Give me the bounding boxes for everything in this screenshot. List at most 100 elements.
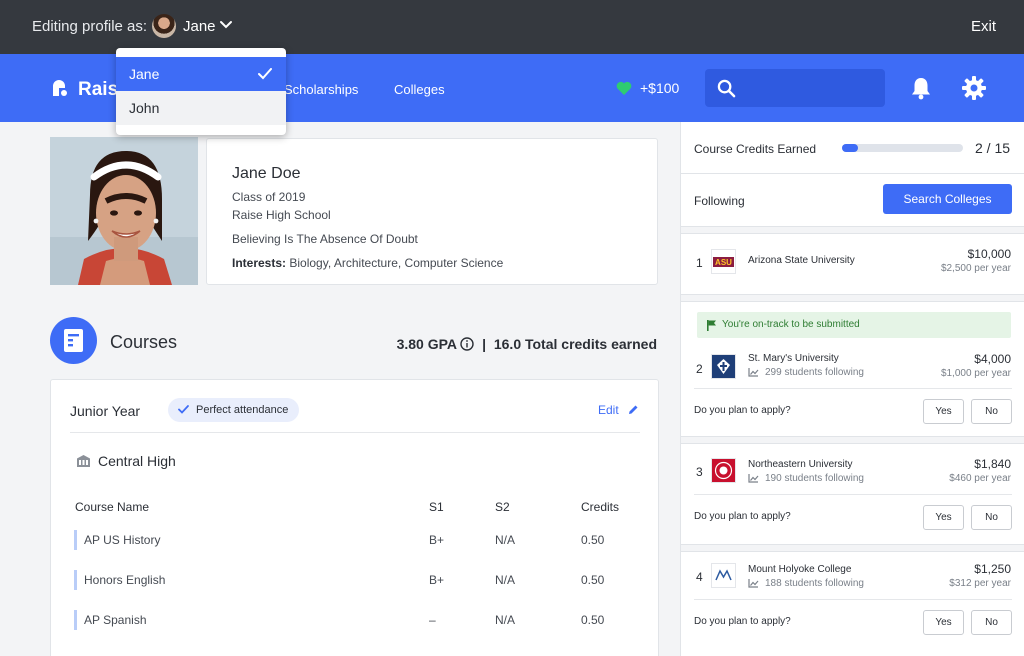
yes-button[interactable]: Yes: [923, 610, 964, 635]
course-credits: 0.50: [581, 573, 605, 587]
credits-progress-bar: [842, 144, 963, 152]
divider: [694, 388, 1012, 389]
profile-name: Jane Doe: [232, 165, 301, 182]
course-s1: B+: [429, 573, 445, 587]
search-icon[interactable]: [717, 79, 736, 98]
chevron-down-icon[interactable]: [218, 16, 234, 32]
yes-button[interactable]: Yes: [923, 505, 964, 530]
divider: [70, 432, 640, 433]
divider: [694, 494, 1012, 495]
column-header-credits: Credits: [581, 500, 620, 514]
northeastern-logo-icon: [711, 458, 736, 483]
college-rank: 4: [696, 570, 703, 584]
credits-count: 2 / 15: [975, 140, 1011, 156]
gpa-summary: 3.80 GPA | 16.0 Total credits earned: [397, 336, 657, 352]
dropdown-option-label: John: [129, 100, 160, 116]
edit-link[interactable]: Edit: [598, 403, 619, 417]
search-colleges-button[interactable]: Search Colleges: [883, 184, 1012, 214]
plan-to-apply-label: Do you plan to apply?: [694, 405, 791, 416]
school-name: Central High: [98, 453, 176, 469]
divider: [681, 173, 1024, 174]
college-card-arizona-state[interactable]: 1 ASU Arizona State University $10,000 $…: [681, 234, 1024, 294]
trend-icon: [748, 579, 759, 588]
college-per-year: $1,000 per year: [940, 368, 1011, 379]
nav-link-colleges[interactable]: Colleges: [394, 82, 445, 97]
exit-button[interactable]: Exit: [971, 18, 996, 35]
course-credits: 0.50: [581, 533, 605, 547]
mount-holyoke-logo-icon: [711, 563, 736, 588]
bell-icon[interactable]: [908, 75, 934, 101]
interests-label: Interests:: [232, 256, 287, 270]
table-row[interactable]: AP US History B+ N/A 0.50: [74, 530, 634, 550]
table-row[interactable]: AP Spanish – N/A 0.50: [74, 610, 634, 630]
user-avatar[interactable]: [152, 14, 176, 38]
credits-amount[interactable]: +$100: [640, 80, 679, 96]
column-header-s1: S1: [429, 500, 444, 514]
courses-icon: [50, 317, 97, 364]
followers-count: 188 students following: [765, 578, 864, 589]
college-followers: 188 students following: [748, 578, 864, 589]
college-rank: 1: [696, 256, 703, 270]
credits-earned-label: Course Credits Earned: [694, 142, 817, 156]
plan-to-apply-label: Do you plan to apply?: [694, 616, 791, 627]
college-card-st-marys[interactable]: 2 St. Mary's University 299 students fol…: [681, 302, 1024, 436]
credits-progress-fill: [842, 144, 859, 152]
college-name[interactable]: Northeastern University: [748, 459, 852, 470]
college-amount: $1,250: [974, 562, 1011, 576]
college-name[interactable]: Mount Holyoke College: [748, 564, 851, 575]
heart-icon: [616, 81, 632, 95]
profile-school: Raise High School: [232, 208, 331, 222]
college-followers: 190 students following: [748, 473, 864, 484]
table-row[interactable]: Honors English B+ N/A 0.50: [74, 570, 634, 590]
followers-count: 190 students following: [765, 473, 864, 484]
year-card: Junior Year Perfect attendance Edit Cent…: [50, 379, 659, 656]
asu-logo-icon: ASU: [711, 249, 736, 274]
nav-link-scholarships[interactable]: Scholarships: [284, 82, 358, 97]
plan-to-apply-label: Do you plan to apply?: [694, 511, 791, 522]
no-button[interactable]: No: [971, 610, 1012, 635]
college-per-year: $312 per year: [949, 578, 1011, 589]
profile-motto: Believing Is The Absence Of Doubt: [232, 232, 418, 246]
gear-icon[interactable]: [961, 75, 987, 101]
college-per-year: $460 per year: [949, 473, 1011, 484]
college-card-northeastern[interactable]: 3 Northeastern University 190 students f…: [681, 444, 1024, 544]
dropdown-option-label: Jane: [129, 66, 160, 82]
badge-label: Perfect attendance: [196, 404, 289, 416]
attendance-badge: Perfect attendance: [168, 398, 300, 422]
profile-class-of: Class of 2019: [232, 190, 306, 204]
gpa-separator: |: [482, 336, 487, 352]
no-button[interactable]: No: [971, 505, 1012, 530]
no-button[interactable]: No: [971, 399, 1012, 424]
profile-photo: [50, 137, 198, 285]
check-icon: [178, 405, 189, 414]
college-name[interactable]: Arizona State University: [748, 255, 855, 266]
college-followers: 299 students following: [748, 367, 864, 378]
interests-value: Biology, Architecture, Computer Science: [289, 256, 504, 270]
pencil-icon[interactable]: [628, 404, 639, 415]
course-name: AP Spanish: [84, 613, 147, 627]
yes-button[interactable]: Yes: [923, 399, 964, 424]
profile-switcher-dropdown: Jane John: [116, 48, 286, 135]
editing-label: Editing profile as:: [32, 18, 148, 35]
college-rank: 3: [696, 465, 703, 479]
check-icon: [258, 68, 272, 80]
divider: [694, 599, 1012, 600]
current-user-name[interactable]: Jane: [183, 18, 216, 35]
college-amount: $1,840: [974, 457, 1011, 471]
raise-logo-icon[interactable]: [50, 78, 70, 98]
course-name: AP US History: [84, 533, 161, 547]
st-marys-logo-icon: [711, 354, 736, 379]
dropdown-option-john[interactable]: John: [116, 91, 286, 125]
course-s2: N/A: [495, 573, 516, 587]
trend-icon: [748, 474, 759, 483]
college-card-mount-holyoke[interactable]: 4 Mount Holyoke College 188 students fol…: [681, 552, 1024, 656]
column-header-s2: S2: [495, 500, 510, 514]
followers-count: 299 students following: [765, 367, 864, 378]
dropdown-option-jane[interactable]: Jane: [116, 57, 286, 91]
year-title: Junior Year: [70, 403, 141, 419]
college-per-year: $2,500 per year: [940, 263, 1011, 274]
course-name: Honors English: [84, 573, 166, 587]
college-rank: 2: [696, 362, 703, 376]
info-icon[interactable]: [460, 337, 475, 351]
college-name[interactable]: St. Mary's University: [748, 353, 839, 364]
